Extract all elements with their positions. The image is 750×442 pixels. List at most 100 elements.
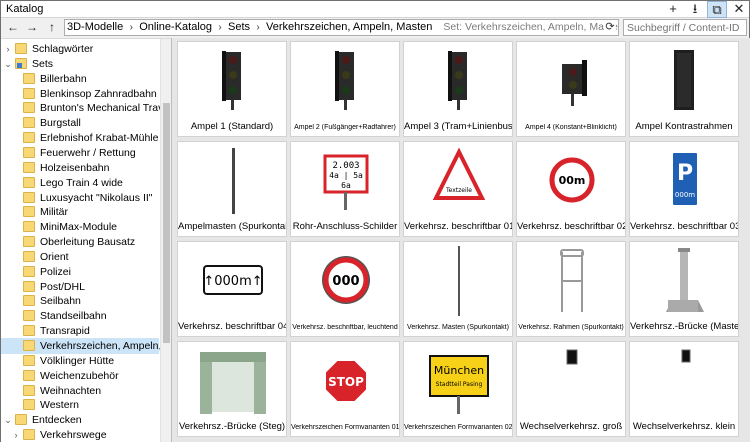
catalog-tile[interactable]: Wechselverkehrsz. klein	[629, 341, 739, 437]
catalog-tile[interactable]: STOP Verkehrszeichen Formvarianten 01	[290, 341, 400, 437]
refresh-button[interactable]: ⟳	[604, 20, 616, 35]
catalog-tile[interactable]: Verkehrsz.-Brücke (Masten)	[629, 241, 739, 337]
sidebar-item-label: Billerbahn	[40, 72, 87, 85]
folder-icon	[23, 191, 35, 203]
catalog-tile[interactable]: Verkehrsz. Masten (Spurkontakt)	[403, 241, 513, 337]
folder-icon	[23, 87, 35, 99]
folder-icon	[23, 429, 35, 441]
sign-frame-icon	[560, 249, 584, 312]
sidebar-item-label: Weihnachten	[40, 384, 102, 397]
address-bar[interactable]: 3D-Modelle › Online-Katalog › Sets › Verkehrsz…	[64, 19, 619, 36]
sidebar-item[interactable]: Standseilbahn	[1, 308, 159, 324]
chevron-down-icon[interactable]: ⌄	[3, 412, 13, 428]
search-input[interactable]	[623, 19, 747, 36]
sidebar-item-label: Standseilbahn	[40, 310, 107, 323]
navigation-bar: ← → ↑ 3D-Modelle › Online-Katalog › Sets › Ver…	[1, 18, 749, 38]
breadcrumb-sets[interactable]: Sets	[226, 20, 252, 35]
catalog-tile[interactable]: 00m Verkehrsz. beschriftbar 02	[516, 141, 626, 237]
sidebar-item[interactable]: Burgstall	[1, 115, 159, 131]
sidebar-item[interactable]: Billerbahn	[1, 71, 159, 87]
stop-sign-icon: STOP	[324, 359, 368, 403]
sidebar-item[interactable]: Feuerwehr / Rettung	[1, 145, 159, 161]
forward-button[interactable]: →	[25, 19, 39, 37]
close-button[interactable]: ✕	[729, 1, 749, 18]
catalog-tile[interactable]: P 000m Verkehrsz. beschriftbar 03	[629, 141, 739, 237]
arrow-left-icon: ←	[7, 20, 19, 34]
up-button[interactable]: ↑	[45, 19, 59, 37]
sidebar-item-label: Schlagwörter	[32, 43, 94, 55]
chevron-right-icon[interactable]: ›	[3, 41, 13, 57]
sidebar-item[interactable]: ⌄ Entdecken	[1, 412, 159, 428]
sidebar-item[interactable]: Militär	[1, 204, 159, 220]
sidebar-item[interactable]: Post/DHL	[1, 279, 159, 295]
sidebar-item[interactable]: Polizei	[1, 264, 159, 280]
add-button[interactable]: +	[663, 1, 683, 18]
traffic-light-icon	[562, 60, 587, 106]
sidebar-item[interactable]: › Schlagwörter	[1, 41, 159, 57]
folder-icon	[23, 384, 35, 396]
download-button[interactable]: ⭳	[685, 1, 705, 18]
sidebar-item[interactable]: Seilbahn	[1, 293, 159, 309]
catalog-tile[interactable]: Textzeile Verkehrsz. beschriftbar 01	[403, 141, 513, 237]
tile-thumbnail: ↑000m↑	[178, 242, 288, 320]
catalog-tile[interactable]: Ampel Kontrastrahmen	[629, 41, 739, 137]
sidebar-item[interactable]: Transrapid	[1, 323, 159, 339]
chevron-right-icon[interactable]: ›	[252, 20, 264, 35]
catalog-tile[interactable]: München Stadtteil Pasing Verkehrszeichen…	[403, 341, 513, 437]
catalog-tile[interactable]: Verkehrsz.-Brücke (Steg)	[177, 341, 287, 437]
tile-label: Verkehrsz.-Brücke (Masten)	[630, 321, 738, 332]
catalog-tile[interactable]: 000 Verkehrsz. beschriftbar, leuchtend	[290, 241, 400, 337]
breadcrumb-online-katalog[interactable]: Online-Katalog	[137, 20, 214, 35]
sidebar-item[interactable]: Weichenzubehör	[1, 368, 159, 384]
sidebar-item[interactable]: Verkehrszeichen, Ampeln, Masten	[1, 338, 171, 354]
back-button[interactable]: ←	[6, 19, 20, 37]
catalog-tile[interactable]: ↑000m↑ Verkehrsz. beschriftbar 04	[177, 241, 287, 337]
folder-icon	[23, 161, 35, 173]
sidebar-item[interactable]: Western	[1, 397, 159, 413]
catalog-tile[interactable]: Wechselverkehrsz. groß	[516, 341, 626, 437]
sidebar-item[interactable]: › Verkehrswege	[1, 427, 159, 442]
title-bar: Katalog + ⭳ ⧉ ✕	[1, 1, 749, 18]
warning-triangle-icon: Textzeile	[432, 147, 486, 200]
folder-icon	[23, 102, 35, 114]
sidebar-item[interactable]: Lego Train 4 wide	[1, 175, 159, 191]
sidebar-item[interactable]: Holzeisenbahn	[1, 160, 159, 176]
sign-text: München	[434, 364, 484, 377]
sidebar-item[interactable]: Weihnachten	[1, 383, 159, 399]
sidebar-item[interactable]: Völklinger Hütte	[1, 353, 159, 369]
chevron-right-icon[interactable]: ›	[11, 427, 21, 442]
catalog-tile[interactable]: Verkehrsz. Rahmen (Spurkontakt)	[516, 241, 626, 337]
sidebar-item[interactable]: ⌄ Sets	[1, 56, 159, 72]
sidebar-item[interactable]: Erlebnishof Krabat-Mühle	[1, 130, 159, 146]
popout-button[interactable]: ⧉	[707, 1, 727, 18]
sidebar-item[interactable]: Brunton's Mechanical Traveller	[1, 100, 171, 116]
sidebar-item[interactable]: Blenkinsop Zahnradbahn	[1, 86, 159, 102]
close-icon: ✕	[733, 1, 745, 16]
sidebar-item[interactable]: Oberleitung Bausatz	[1, 234, 159, 250]
chevron-right-icon[interactable]: ›	[125, 20, 137, 35]
catalog-tile[interactable]: Ampel 2 (Fußgänger+Radfahrer)	[290, 41, 400, 137]
sidebar-item[interactable]: Orient	[1, 249, 159, 265]
catalog-tile[interactable]: Ampel 3 (Tram+Linienbus)	[403, 41, 513, 137]
folder-icon	[23, 354, 35, 366]
tile-label: Ampelmasten (Spurkontakt)	[178, 221, 286, 232]
folder-icon	[23, 176, 35, 188]
bridge-gantry-icon	[200, 352, 266, 414]
catalog-tile[interactable]: Ampel 4 (Konstant+Blinklicht)	[516, 41, 626, 137]
sidebar-item[interactable]: MiniMax-Module	[1, 219, 159, 235]
catalog-tile[interactable]: 2.003 4a | 5a 6a Rohr-Anschluss-Schilder	[290, 141, 400, 237]
chevron-down-icon[interactable]: ⌄	[3, 56, 13, 72]
breadcrumb-3d-modelle[interactable]: 3D-Modelle	[65, 20, 125, 35]
sidebar-item-label: Erlebnishof Krabat-Mühle	[40, 132, 159, 145]
catalog-tile[interactable]: Ampelmasten (Spurkontakt)	[177, 141, 287, 237]
catalog-tile[interactable]: Ampel 1 (Standard)	[177, 41, 287, 137]
sign-subtext: Stadtteil Pasing	[436, 381, 483, 388]
tile-label: Verkehrsz. Rahmen (Spurkontakt)	[518, 324, 624, 331]
breadcrumb-verkehrszeichen[interactable]: Verkehrszeichen, Ampeln, Masten	[264, 20, 434, 35]
folder-icon	[23, 369, 35, 381]
scrollbar-thumb[interactable]	[163, 103, 170, 343]
sidebar-scrollbar[interactable]	[160, 39, 171, 442]
sidebar-item-label: Oberleitung Bausatz	[40, 236, 136, 249]
sidebar-item[interactable]: Luxusyacht "Nikolaus II"	[1, 190, 159, 206]
chevron-right-icon[interactable]: ›	[214, 20, 226, 35]
